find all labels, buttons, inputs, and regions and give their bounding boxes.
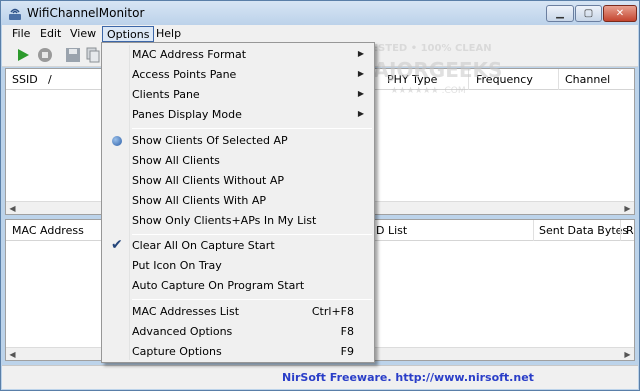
menu-item-auto-capture-on-program-start[interactable]: Auto Capture On Program Start bbox=[104, 276, 372, 296]
minimize-icon: ▁ bbox=[556, 8, 564, 19]
menu-item-label: MAC Addresses List bbox=[132, 305, 240, 318]
window-title: WifiChannelMonitor bbox=[27, 6, 145, 20]
menu-item-show-all-clients-without-ap[interactable]: Show All Clients Without AP bbox=[104, 171, 372, 191]
menu-separator bbox=[132, 299, 372, 300]
scroll-right-icon[interactable]: ▶ bbox=[621, 202, 634, 214]
column-divider[interactable] bbox=[620, 220, 621, 241]
checkmark-icon: ✔ bbox=[111, 237, 123, 253]
options-dropdown-menu: MAC Address Format ▶ Access Points Pane … bbox=[101, 42, 375, 363]
sort-indicator: / bbox=[48, 73, 52, 86]
scroll-left-icon[interactable]: ◀ bbox=[6, 202, 19, 214]
minimize-button[interactable]: ▁ bbox=[546, 5, 574, 22]
status-bar: NirSoft Freeware. http://www.nirsoft.net bbox=[2, 365, 638, 389]
close-icon: ✕ bbox=[615, 8, 625, 19]
maximize-icon: ▢ bbox=[583, 8, 594, 19]
watermark-line-2: MAJORGEEKS bbox=[354, 58, 503, 82]
menu-separator bbox=[132, 128, 372, 129]
menu-item-label: MAC Address Format bbox=[132, 48, 247, 61]
col-mac-address[interactable]: MAC Address bbox=[12, 224, 84, 237]
radio-selected-icon bbox=[112, 136, 122, 146]
close-button[interactable]: ✕ bbox=[603, 5, 637, 22]
menu-edit[interactable]: Edit bbox=[36, 26, 65, 42]
maximize-button[interactable]: ▢ bbox=[575, 5, 602, 22]
menu-item-shortcut: F8 bbox=[340, 325, 354, 338]
menu-item-show-all-clients[interactable]: Show All Clients bbox=[104, 151, 372, 171]
menu-item-label: Capture Options bbox=[132, 345, 222, 358]
col-r[interactable]: R bbox=[626, 224, 634, 237]
scroll-right-icon[interactable]: ▶ bbox=[621, 348, 634, 360]
menu-item-label: Show Clients Of Selected AP bbox=[132, 134, 288, 147]
menu-item-shortcut: Ctrl+F8 bbox=[311, 305, 354, 318]
menu-item-clear-all-on-capture-start[interactable]: ✔ Clear All On Capture Start bbox=[104, 236, 372, 256]
menu-item-shortcut: F9 bbox=[340, 345, 354, 358]
submenu-arrow-icon: ▶ bbox=[357, 109, 364, 118]
menu-item-label: Clients Pane bbox=[132, 88, 200, 101]
menu-item-mac-addresses-list[interactable]: MAC Addresses List Ctrl+F8 bbox=[104, 302, 372, 322]
wifi-app-icon bbox=[9, 8, 21, 20]
menu-item-label: Access Points Pane bbox=[132, 68, 237, 81]
col-channel[interactable]: Channel bbox=[565, 73, 610, 86]
col-d-list[interactable]: D List bbox=[376, 224, 407, 237]
menu-item-show-clients-of-selected-ap[interactable]: Show Clients Of Selected AP bbox=[104, 131, 372, 151]
majorgeeks-watermark: TESTED • 100% CLEAN MAJORGEEKS ★★★★★★ .C… bbox=[354, 43, 503, 96]
menu-item-label: Show All Clients Without AP bbox=[132, 174, 285, 187]
submenu-arrow-icon: ▶ bbox=[357, 89, 364, 98]
status-text: NirSoft Freeware. http://www.nirsoft.net bbox=[282, 371, 534, 384]
col-sent-data-bytes[interactable]: Sent Data Bytes bbox=[539, 224, 628, 237]
menu-bar: File Edit View Options Help bbox=[2, 25, 638, 43]
column-divider[interactable] bbox=[533, 220, 534, 241]
menu-separator bbox=[132, 234, 372, 235]
menu-item-mac-address-format[interactable]: MAC Address Format ▶ bbox=[104, 45, 372, 65]
menu-view[interactable]: View bbox=[66, 26, 100, 42]
menu-item-label: Panes Display Mode bbox=[132, 108, 242, 121]
scroll-left-icon[interactable]: ◀ bbox=[6, 348, 19, 360]
copy-icon[interactable] bbox=[84, 46, 102, 64]
column-divider[interactable] bbox=[558, 69, 559, 90]
watermark-line-3: ★★★★★★ .COM bbox=[390, 86, 465, 96]
menu-item-label: Auto Capture On Program Start bbox=[132, 279, 305, 292]
play-icon[interactable] bbox=[14, 46, 32, 64]
title-bar[interactable]: WifiChannelMonitor ▁ ▢ ✕ bbox=[1, 1, 639, 25]
menu-item-label: Advanced Options bbox=[132, 325, 233, 338]
menu-item-access-points-pane[interactable]: Access Points Pane ▶ bbox=[104, 65, 372, 85]
menu-item-label: Put Icon On Tray bbox=[132, 259, 222, 272]
app-window: WifiChannelMonitor ▁ ▢ ✕ File Edit View … bbox=[0, 0, 640, 391]
menu-item-show-only-clients-aps-in-my-list[interactable]: Show Only Clients+APs In My List bbox=[104, 211, 372, 231]
menu-item-advanced-options[interactable]: Advanced Options F8 bbox=[104, 322, 372, 342]
menu-item-label: Show All Clients bbox=[132, 154, 220, 167]
menu-file[interactable]: File bbox=[8, 26, 34, 42]
menu-item-clients-pane[interactable]: Clients Pane ▶ bbox=[104, 85, 372, 105]
submenu-arrow-icon: ▶ bbox=[357, 69, 364, 78]
menu-item-put-icon-on-tray[interactable]: Put Icon On Tray bbox=[104, 256, 372, 276]
menu-help[interactable]: Help bbox=[152, 26, 185, 42]
menu-item-label: Show All Clients With AP bbox=[132, 194, 267, 207]
stop-icon[interactable] bbox=[36, 46, 54, 64]
menu-item-label: Clear All On Capture Start bbox=[132, 239, 275, 252]
menu-item-capture-options[interactable]: Capture Options F9 bbox=[104, 342, 372, 362]
watermark-line-1: TESTED • 100% CLEAN bbox=[364, 43, 491, 54]
menu-item-panes-display-mode[interactable]: Panes Display Mode ▶ bbox=[104, 105, 372, 125]
save-icon[interactable] bbox=[64, 46, 82, 64]
menu-options[interactable]: Options bbox=[102, 26, 155, 42]
menu-item-show-all-clients-with-ap[interactable]: Show All Clients With AP bbox=[104, 191, 372, 211]
col-ssid[interactable]: SSID bbox=[12, 73, 38, 86]
submenu-arrow-icon: ▶ bbox=[357, 49, 364, 58]
menu-item-label: Show Only Clients+APs In My List bbox=[132, 214, 317, 227]
